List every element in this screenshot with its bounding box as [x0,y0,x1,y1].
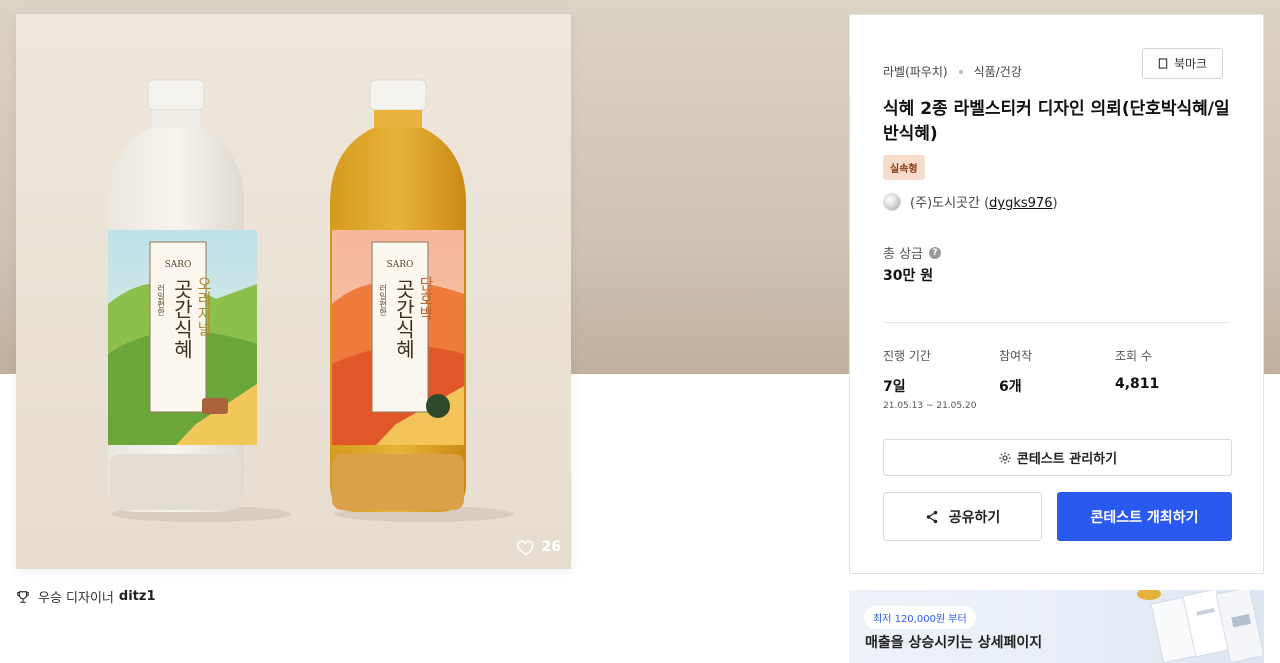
winner-name[interactable]: ditz1 [119,589,156,604]
bookmark-icon [1158,58,1168,69]
host-id-link[interactable]: dygks976 [989,196,1052,211]
like-count[interactable]: 26 [516,537,561,557]
host-info: (주)도시곳간 (dygks976) [883,192,1058,211]
manage-contest-button[interactable]: 콘테스트 관리하기 [883,439,1232,476]
bookmark-label: 북마크 [1173,57,1208,71]
host-contest-button[interactable]: 콘테스트 개최하기 [1057,492,1232,541]
svg-text:러일편한: 러일편한 [378,284,387,316]
label-brand: SARO [387,260,414,270]
bookmark-button[interactable]: 북마크 [1142,48,1223,79]
trophy-icon [17,590,29,603]
contest-artwork[interactable]: SARO 러일편한 곳간식혜 오리지널 SARO 러일편한 곳간식혜 단호박 2… [16,14,571,569]
category-secondary[interactable]: 식품/건강 [974,63,1022,80]
contest-title: 식혜 2종 라벨스티커 디자인 의뢰(단호박식혜/일반식혜) [883,99,1230,144]
bottle-illustration: SARO 러일편한 곳간식혜 오리지널 SARO 러일편한 곳간식혜 단호박 [16,14,571,569]
share-label: 공유하기 [948,509,1001,526]
host-avatar[interactable] [883,192,901,211]
svg-text:단호박: 단호박 [417,276,435,321]
breadcrumb: 라벨(파우치) 식품/건강 [883,63,1022,80]
help-icon[interactable]: ? [929,246,942,259]
prize-label: 총 상금 ? [883,243,942,262]
category-primary[interactable]: 라벨(파우치) [883,63,948,80]
like-count-value: 26 [541,539,561,555]
promo-price-pill: 최저 120,000원 부터 [864,606,976,629]
grade-badge: 실속형 [883,155,925,180]
heart-icon [516,540,533,556]
svg-text:곳간식혜: 곳간식혜 [170,279,194,359]
promo-headline: 매출을 상승시키는 상세페이지 [865,635,1043,651]
gear-icon [999,451,1011,464]
stat-entries: 참여작 6개 [999,349,1033,395]
manage-contest-label: 콘테스트 관리하기 [1016,452,1118,467]
promo-banner[interactable]: 최저 120,000원 부터 매출을 상승시키는 상세페이지 [849,590,1264,663]
bottle-pumpkin: SARO 러일편한 곳간식혜 단호박 [330,79,466,512]
winner-designer: 우승 디자이너 ditz1 [16,587,156,606]
stat-views: 조회 수 4,811 [1115,349,1160,392]
winner-label: 우승 디자이너 [38,591,114,606]
stat-duration: 진행 기간 7일 21.05.13 ~ 21.05.20 [883,349,977,411]
label-brand: SARO [165,260,192,270]
prize-value: 30만 원 [883,268,934,284]
breadcrumb-separator [958,69,963,74]
svg-text:오리지널: 오리지널 [195,276,213,336]
divider [883,322,1230,323]
contest-stats: 진행 기간 7일 21.05.13 ~ 21.05.20 참여작 6개 조회 수… [883,347,1233,411]
promo-mockup-image [1137,590,1264,663]
svg-text:곳간식혜: 곳간식혜 [392,279,416,359]
svg-text:러일편한: 러일편한 [156,284,165,316]
host-name: (주)도시곳간 ( [910,196,990,211]
share-button[interactable]: 공유하기 [883,492,1042,541]
share-icon [926,510,937,523]
contest-info-panel: 라벨(파우치) 식품/건강 북마크 식혜 2종 라벨스티커 디자인 의뢰(단호박… [849,14,1264,574]
